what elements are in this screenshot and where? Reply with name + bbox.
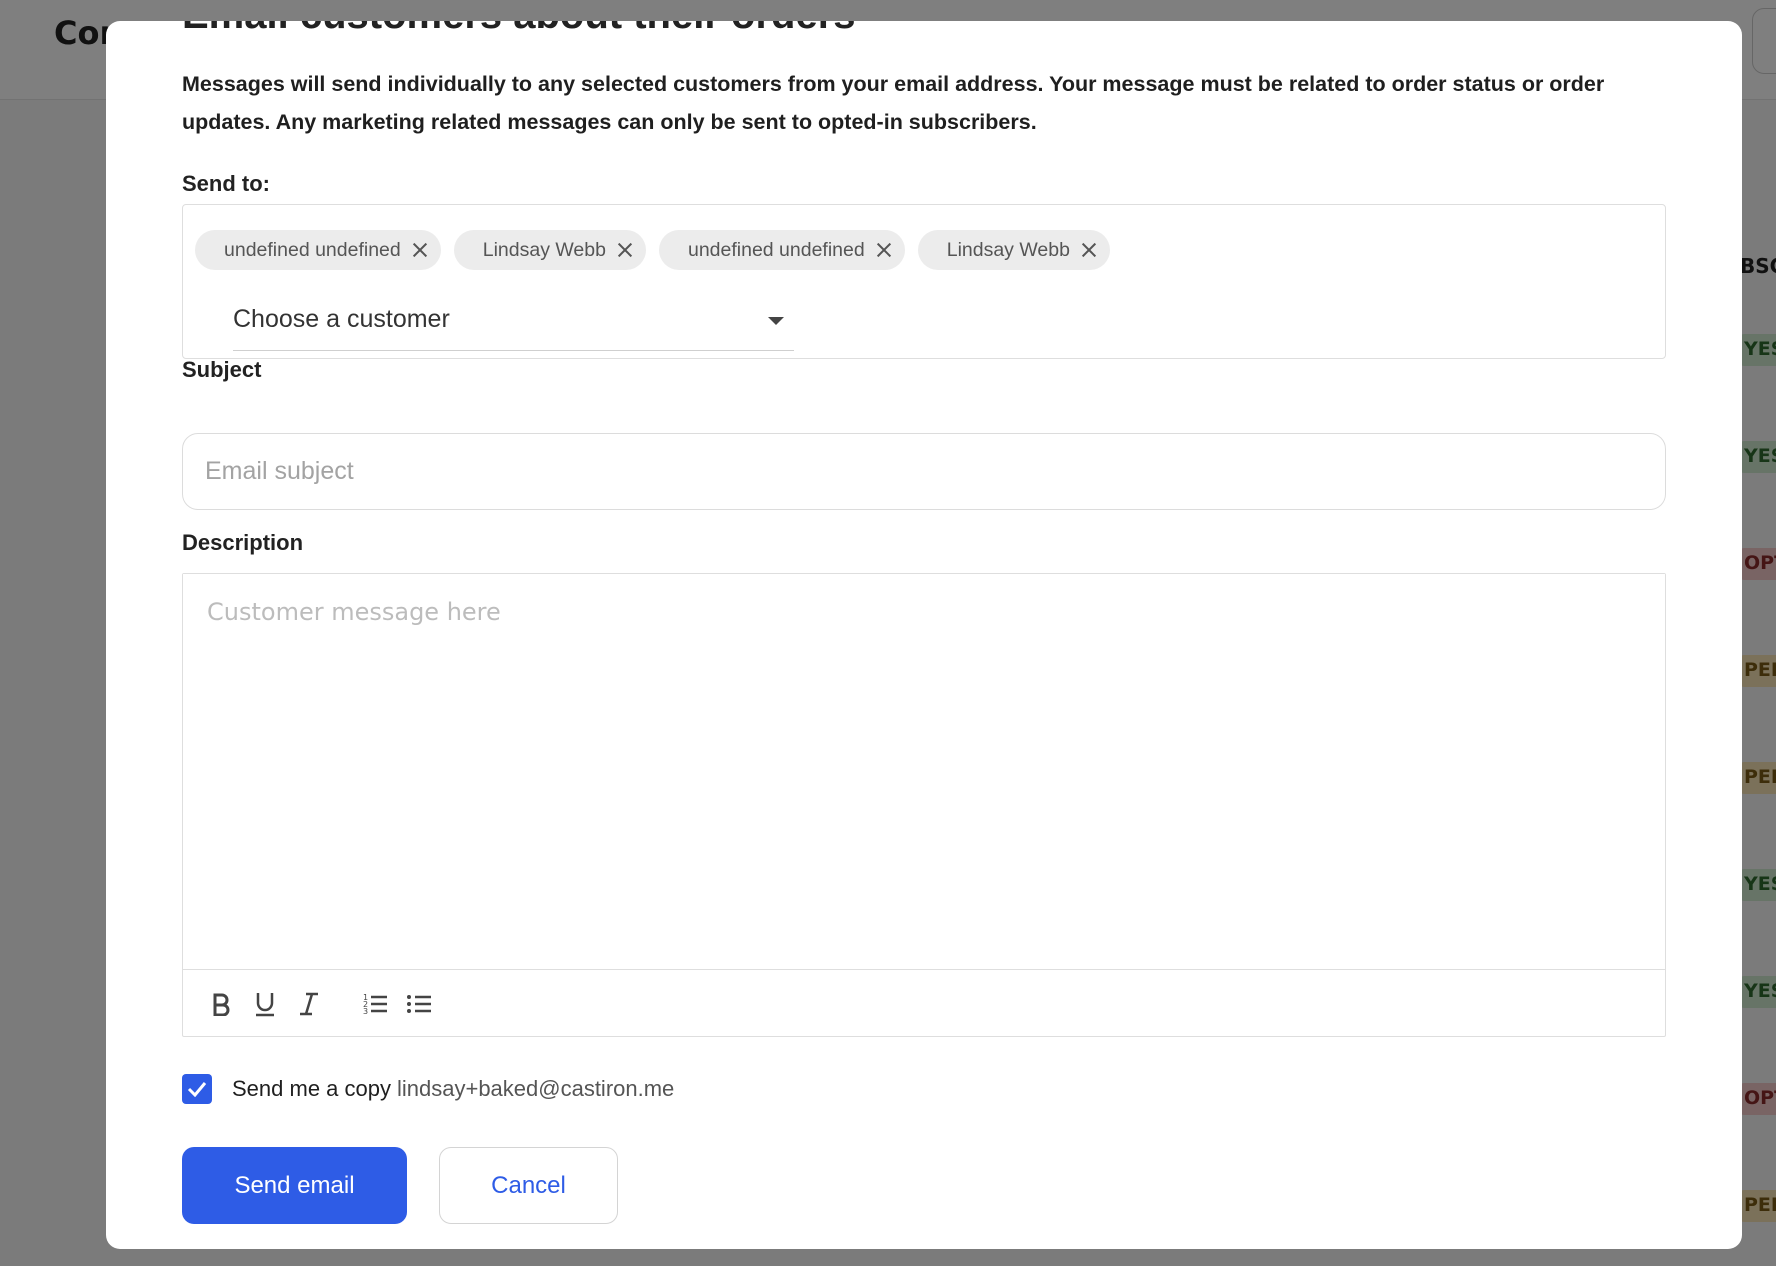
email-customers-modal: Email customers about their orders Messa…: [106, 21, 1742, 1249]
remove-recipient-icon[interactable]: [617, 242, 633, 258]
customer-select[interactable]: Choose a customer: [233, 297, 794, 351]
send-copy-checkbox[interactable]: [182, 1074, 212, 1104]
bullet-list-icon[interactable]: [405, 990, 433, 1018]
recipient-chip-label: undefined undefined: [224, 238, 401, 261]
send-email-button[interactable]: Send email: [182, 1147, 407, 1224]
recipient-chip-label: undefined undefined: [687, 238, 865, 261]
subject-input[interactable]: [182, 433, 1666, 510]
modal-title: Email customers about their orders: [182, 21, 856, 38]
svg-text:3: 3: [363, 1007, 368, 1016]
send-to-label: Send to:: [182, 171, 270, 196]
send-copy-label: Send me a copy: [232, 1076, 391, 1101]
description-label: Description: [182, 530, 304, 555]
description-textarea[interactable]: [183, 574, 1665, 969]
editor-toolbar: 123: [183, 969, 1665, 1037]
remove-recipient-icon[interactable]: [412, 242, 428, 258]
send-copy-email: lindsay+baked@castiron.me: [396, 1076, 675, 1101]
ordered-list-icon[interactable]: 123: [361, 990, 389, 1018]
remove-recipient-icon[interactable]: [1081, 242, 1097, 258]
description-editor: 123: [182, 573, 1666, 1037]
recipient-chips: undefined undefined Lindsay Webb undefin…: [195, 230, 1110, 270]
italic-icon[interactable]: [295, 990, 323, 1018]
customer-select-value: Choose a customer: [233, 305, 450, 333]
recipient-chip-label: Lindsay Webb: [482, 238, 606, 261]
checkmark-icon: [187, 1082, 207, 1097]
send-copy-row: Send me a copy lindsay+baked@castiron.me: [182, 1074, 674, 1104]
modal-intro-text: Messages will send individually to any s…: [182, 72, 1605, 134]
underline-icon[interactable]: [251, 990, 279, 1018]
subject-label: Subject: [182, 357, 262, 382]
recipient-chip-label: Lindsay Webb: [946, 238, 1070, 261]
recipient-chip: Lindsay Webb: [917, 230, 1110, 270]
cancel-button[interactable]: Cancel: [439, 1147, 618, 1224]
recipient-chip: undefined undefined: [195, 230, 441, 270]
recipient-chip: Lindsay Webb: [453, 230, 646, 270]
remove-recipient-icon[interactable]: [876, 242, 892, 258]
recipient-chip: undefined undefined: [658, 230, 905, 270]
bold-icon[interactable]: [207, 990, 235, 1018]
send-to-field: undefined undefined Lindsay Webb undefin…: [182, 204, 1666, 359]
chevron-down-icon: [768, 317, 784, 325]
